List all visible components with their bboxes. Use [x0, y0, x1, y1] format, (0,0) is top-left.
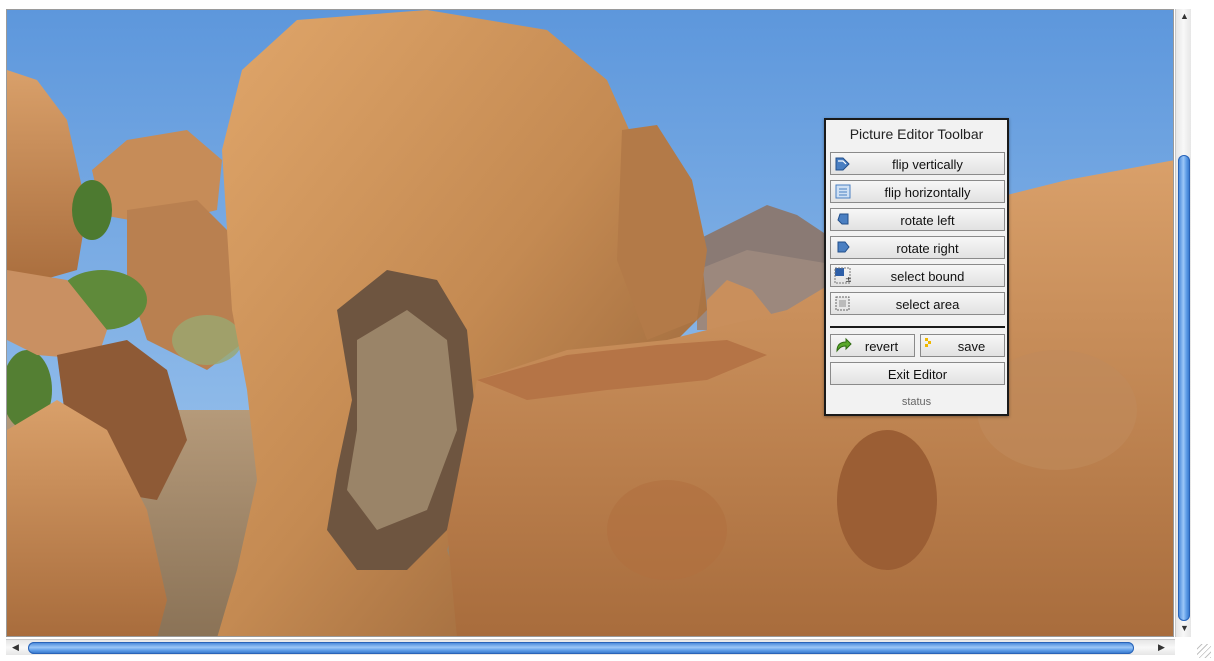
- flip-horizontally-label: flip horizontally: [884, 185, 971, 200]
- scroll-down-arrow-icon[interactable]: ▼: [1180, 624, 1189, 633]
- save-label: save: [957, 339, 986, 354]
- scroll-up-arrow-icon[interactable]: ▲: [1180, 12, 1189, 21]
- flip-vertically-label: flip vertically: [892, 157, 963, 172]
- status-text: status: [901, 396, 932, 408]
- select-area-icon: [835, 296, 850, 311]
- select-bound-label: select bound: [890, 269, 965, 284]
- rotate-left-button[interactable]: rotate left: [830, 208, 1005, 231]
- rotate-left-label: rotate left: [900, 213, 955, 228]
- flip-horizontally-button[interactable]: flip horizontally: [830, 180, 1005, 203]
- rotate-right-label: rotate right: [896, 241, 959, 256]
- svg-text:±: ±: [845, 275, 852, 284]
- select-area-button[interactable]: select area: [830, 292, 1005, 315]
- flip-vertical-icon: [835, 157, 850, 171]
- resize-grip-icon[interactable]: [1197, 644, 1211, 658]
- flip-horizontal-icon: [835, 184, 851, 199]
- rotate-left-icon: [837, 213, 849, 225]
- save-icon: [925, 338, 931, 347]
- revert-arrow-icon: [836, 337, 852, 353]
- revert-button[interactable]: revert: [830, 334, 915, 357]
- select-bound-icon: ±: [834, 267, 852, 284]
- save-button[interactable]: save: [920, 334, 1005, 357]
- revert-label: revert: [864, 339, 899, 354]
- select-area-label: select area: [895, 297, 960, 312]
- horizontal-scrollbar[interactable]: ◀ ▶: [6, 639, 1175, 655]
- rotate-right-button[interactable]: rotate right: [830, 236, 1005, 259]
- toolbar-title: Picture Editor Toolbar: [849, 126, 984, 142]
- exit-editor-button[interactable]: Exit Editor: [830, 362, 1005, 385]
- rotate-right-icon: [837, 241, 850, 253]
- scroll-right-arrow-icon[interactable]: ▶: [1158, 643, 1165, 652]
- picture-editor-toolbar: Picture Editor Toolbar flip vertically f…: [824, 118, 1009, 416]
- vertical-scrollbar[interactable]: ▲ ▼: [1175, 9, 1191, 637]
- toolbar-divider: [830, 326, 1005, 328]
- scroll-left-arrow-icon[interactable]: ◀: [12, 643, 19, 652]
- vertical-scroll-thumb[interactable]: [1178, 155, 1190, 621]
- flip-vertically-button[interactable]: flip vertically: [830, 152, 1005, 175]
- exit-editor-label: Exit Editor: [887, 367, 948, 382]
- select-bound-button[interactable]: ± select bound: [830, 264, 1005, 287]
- horizontal-scroll-thumb[interactable]: [28, 642, 1134, 654]
